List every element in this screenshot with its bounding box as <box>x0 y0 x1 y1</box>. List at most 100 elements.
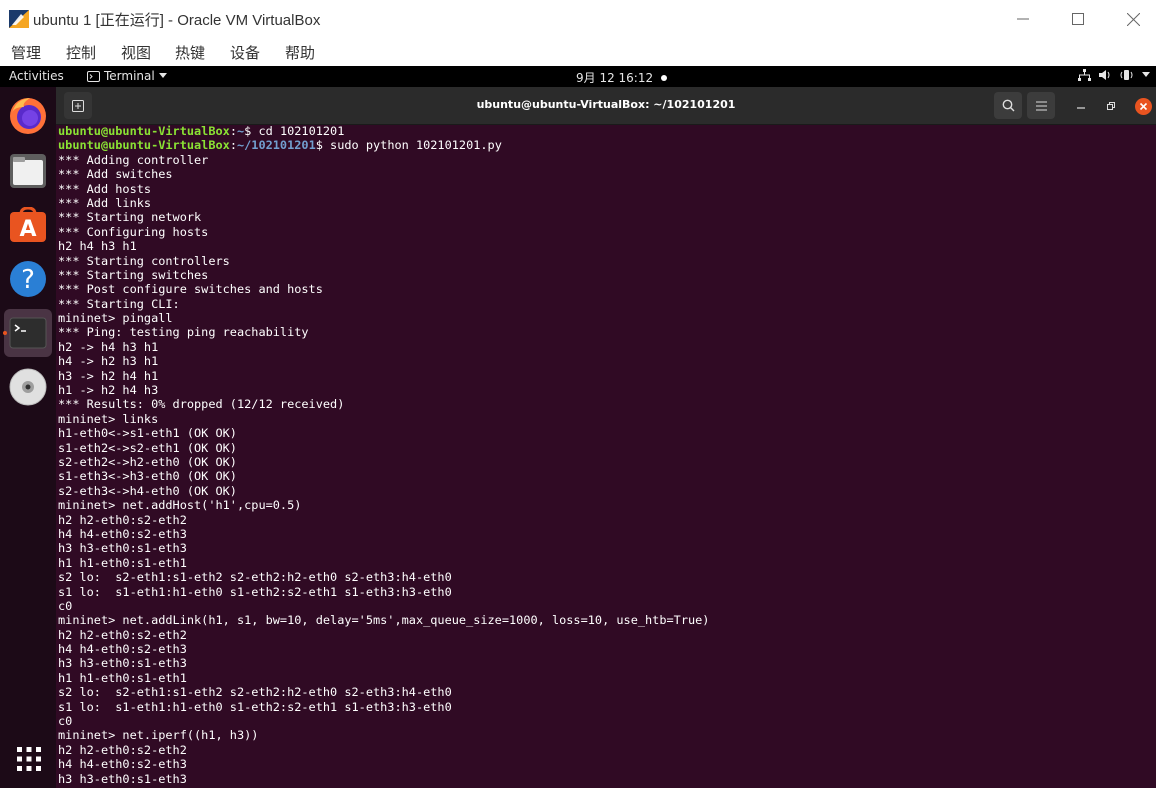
caret-down-icon <box>158 73 167 78</box>
prompt-command: $ sudo python 102101201.py <box>315 138 502 153</box>
show-apps-icon <box>17 747 41 771</box>
terminal-header-bar: ubuntu@ubuntu-VirtualBox: ~/102101201 <box>56 87 1156 125</box>
output-line: h3 h3-eth0:s1-eth3 <box>58 771 187 786</box>
output-line: h3 h3-eth0:s1-eth3 <box>58 656 187 671</box>
output-line: *** Configuring hosts <box>58 224 209 239</box>
menu-help[interactable]: 帮助 <box>285 42 315 63</box>
dock-help[interactable]: ? <box>4 255 52 303</box>
output-line: h4 h4-eth0:s2-eth3 <box>58 526 187 541</box>
terminal-minimize-button[interactable] <box>1070 95 1092 117</box>
svg-text:A: A <box>19 217 36 242</box>
close-button[interactable] <box>1108 4 1156 34</box>
output-line: mininet> net.iperf((h1, h3)) <box>58 728 259 743</box>
output-line: h3 -> h2 h4 h1 <box>58 368 159 383</box>
terminal-small-icon <box>87 70 100 82</box>
caret-down-icon <box>1142 72 1150 77</box>
activities-button[interactable]: Activities <box>9 69 64 83</box>
prompt-separator: : <box>229 125 237 138</box>
menu-devices[interactable]: 设备 <box>230 42 260 63</box>
terminal-close-button[interactable] <box>1132 95 1154 117</box>
output-line: h2 h2-eth0:s2-eth2 <box>58 627 187 642</box>
minimize-button[interactable] <box>998 4 1048 34</box>
maximize-button[interactable] <box>1053 4 1103 34</box>
virtualbox-logo-icon <box>9 10 29 28</box>
output-line: s2-eth2<->h2-eth0 (OK OK) <box>58 454 237 469</box>
output-line: h4 h4-eth0:s2-eth3 <box>58 642 187 657</box>
clock-button[interactable]: 9月 12 16:12 <box>576 69 668 86</box>
output-line: *** Add hosts <box>58 181 152 196</box>
close-icon <box>1126 12 1140 26</box>
menu-manage[interactable]: 管理 <box>11 42 41 63</box>
show-apps-button[interactable] <box>16 746 42 772</box>
output-line: s2 lo: s2-eth1:s1-eth2 s2-eth2:h2-eth0 s… <box>58 685 452 700</box>
output-line: h2 -> h4 h3 h1 <box>58 339 159 354</box>
terminal-output-area[interactable]: ubuntu@ubuntu-VirtualBox:~$ cd 102101201… <box>56 125 1156 788</box>
output-line: h3 h3-eth0:s1-eth3 <box>58 541 187 556</box>
minimize-icon <box>1017 18 1029 20</box>
output-line: s1 lo: s1-eth1:h1-eth0 s1-eth2:s2-eth1 s… <box>58 584 452 599</box>
gnome-top-bar: Activities Terminal 9月 12 16:12 <box>0 66 1156 87</box>
output-line: *** Starting network <box>58 210 202 225</box>
output-line: s1 lo: s1-eth1:h1-eth0 s1-eth2:s2-eth1 s… <box>58 699 452 714</box>
search-icon <box>1002 99 1014 112</box>
dock-terminal[interactable] <box>4 309 52 357</box>
dock: A ? <box>0 87 56 788</box>
output-line: s2 lo: s2-eth1:s1-eth2 s2-eth2:h2-eth0 s… <box>58 570 452 585</box>
restore-icon <box>1107 102 1115 110</box>
close-icon <box>1134 97 1152 115</box>
app-menu-button[interactable]: Terminal <box>87 69 167 83</box>
vm-screen: Activities Terminal 9月 12 16:12 A ? ubun… <box>0 66 1156 788</box>
hamburger-menu-button[interactable] <box>1027 92 1055 119</box>
clock-label: 9月 12 16:12 <box>576 71 654 85</box>
dock-firefox[interactable] <box>4 91 52 139</box>
prompt-command: $ cd 102101201 <box>244 125 345 138</box>
output-line: *** Add links <box>58 195 152 210</box>
prompt-user: ubuntu@ubuntu-VirtualBox <box>58 125 230 138</box>
output-line: s1-eth3<->h3-eth0 (OK OK) <box>58 469 237 484</box>
prompt-line: ubuntu@ubuntu-VirtualBox:~/102101201$ su… <box>58 138 709 152</box>
output-line: *** Add switches <box>58 167 173 182</box>
output-line: h1-eth0<->s1-eth1 (OK OK) <box>58 426 237 441</box>
terminal-output: *** Adding controller *** Add switches ***… <box>58 153 709 786</box>
battery-icon <box>1120 70 1133 80</box>
output-line: *** Results: 0% dropped (12/12 received) <box>58 397 345 412</box>
output-line: *** Adding controller <box>58 152 209 167</box>
output-line: s1-eth2<->s2-eth1 (OK OK) <box>58 440 237 455</box>
svg-text:?: ? <box>21 265 35 295</box>
output-line: *** Post configure switches and hosts <box>58 282 323 297</box>
search-button[interactable] <box>994 92 1022 119</box>
output-line: mininet> links <box>58 411 159 426</box>
app-menu-label: Terminal <box>104 69 155 83</box>
output-line: mininet> net.addLink(h1, s1, bw=10, dela… <box>58 613 710 628</box>
maximize-icon <box>1072 13 1084 25</box>
dock-files[interactable] <box>4 147 52 195</box>
menu-hotkeys[interactable]: 热键 <box>175 42 205 63</box>
prompt-user: ubuntu@ubuntu-VirtualBox <box>58 138 230 153</box>
dock-disc[interactable] <box>4 363 52 411</box>
output-line: c0 <box>58 598 73 613</box>
volume-icon <box>1099 70 1110 80</box>
output-line: h2 h2-eth0:s2-eth2 <box>58 742 187 757</box>
minimize-icon <box>1077 107 1085 109</box>
output-line: h4 -> h2 h3 h1 <box>58 354 159 369</box>
terminal-lines: ubuntu@ubuntu-VirtualBox:~$ cd 102101201… <box>58 125 709 786</box>
notification-dot-icon <box>661 74 668 81</box>
prompt-separator: : <box>229 138 237 153</box>
app-store-icon: A <box>10 207 46 242</box>
help-icon: ? <box>10 261 46 297</box>
vbox-menu-bar: 管理 控制 视图 热键 设备 帮助 <box>0 38 1156 66</box>
running-indicator <box>3 331 7 335</box>
firefox-icon <box>10 98 46 134</box>
output-line: c0 <box>58 714 73 729</box>
output-line: *** Ping: testing ping reachability <box>58 325 309 340</box>
system-tray[interactable] <box>1078 69 1150 81</box>
disc-icon <box>9 368 47 406</box>
vbox-title-bar: ubuntu 1 [正在运行] - Oracle VM VirtualBox <box>0 0 1156 38</box>
menu-control[interactable]: 控制 <box>66 42 96 63</box>
dock-software[interactable]: A <box>4 201 52 249</box>
output-line: *** Starting CLI: <box>58 296 180 311</box>
output-line: h4 h4-eth0:s2-eth3 <box>58 757 187 772</box>
menu-view[interactable]: 视图 <box>121 42 151 63</box>
terminal-restore-button[interactable] <box>1100 95 1122 117</box>
output-line: *** Starting controllers <box>58 253 230 268</box>
